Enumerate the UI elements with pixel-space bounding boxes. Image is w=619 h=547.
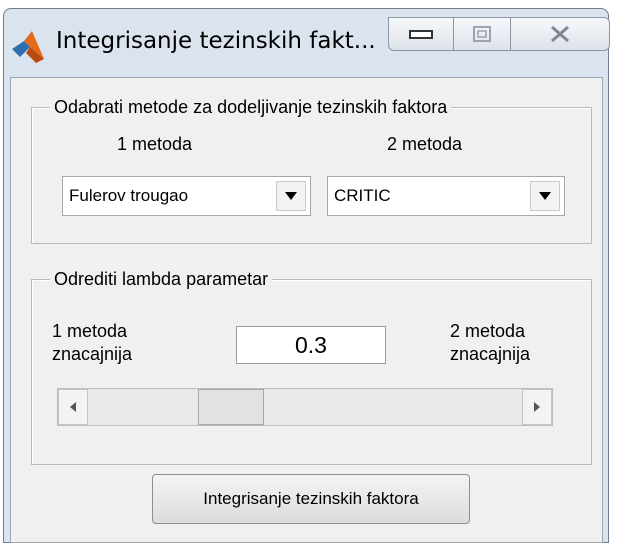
right-label-line2: znacajnija [450,344,531,364]
right-label-line1: 2 metoda [450,321,526,341]
close-icon [551,25,569,43]
method1-label: 1 metoda [117,134,193,154]
method2-label: 2 metoda [387,134,463,154]
lambda-slider[interactable] [57,388,553,426]
methods-panel: Odabrati metode za dodeljivanje tezinski… [31,96,592,244]
method1-dropdown[interactable]: Fulerov trougao [62,176,311,216]
window-title: Integrisanje tezinskih fakt... [56,28,376,54]
close-button[interactable] [511,17,610,51]
window-controls [388,17,614,53]
left-label-line2: znacajnija [52,344,133,364]
chevron-left-icon [70,402,76,412]
maximize-button[interactable] [454,17,511,51]
method2-dropdown[interactable]: CRITIC [327,176,565,216]
slider-thumb[interactable] [198,389,265,425]
chevron-down-icon[interactable] [530,181,560,211]
minimize-icon [409,30,433,39]
methods-panel-title: Odabrati metode za dodeljivanje tezinski… [50,96,452,118]
lambda-panel: Odrediti lambda parametar 1 metoda znaca… [31,268,592,465]
slider-left-button[interactable] [58,389,88,425]
chevron-down-icon[interactable] [276,181,306,211]
lambda-panel-title: Odrediti lambda parametar [50,268,273,290]
method2-selected: CRITIC [334,186,391,205]
method1-selected: Fulerov trougao [69,186,189,205]
integrate-weights-button[interactable]: Integrisanje tezinskih faktora [152,474,470,524]
matlab-icon [12,31,44,63]
title-bar[interactable]: Integrisanje tezinskih fakt... [4,9,610,77]
lambda-value-field[interactable]: 0.3 [236,326,386,364]
slider-right-button[interactable] [522,389,552,425]
app-window: Integrisanje tezinskih fakt... Odabrati … [3,8,610,543]
left-label-line1: 1 metoda [52,321,128,341]
minimize-button[interactable] [388,17,454,51]
chevron-right-icon [534,402,540,412]
figure-client-area: Odabrati metode za dodeljivanje tezinski… [10,77,603,543]
maximize-icon [473,26,491,42]
